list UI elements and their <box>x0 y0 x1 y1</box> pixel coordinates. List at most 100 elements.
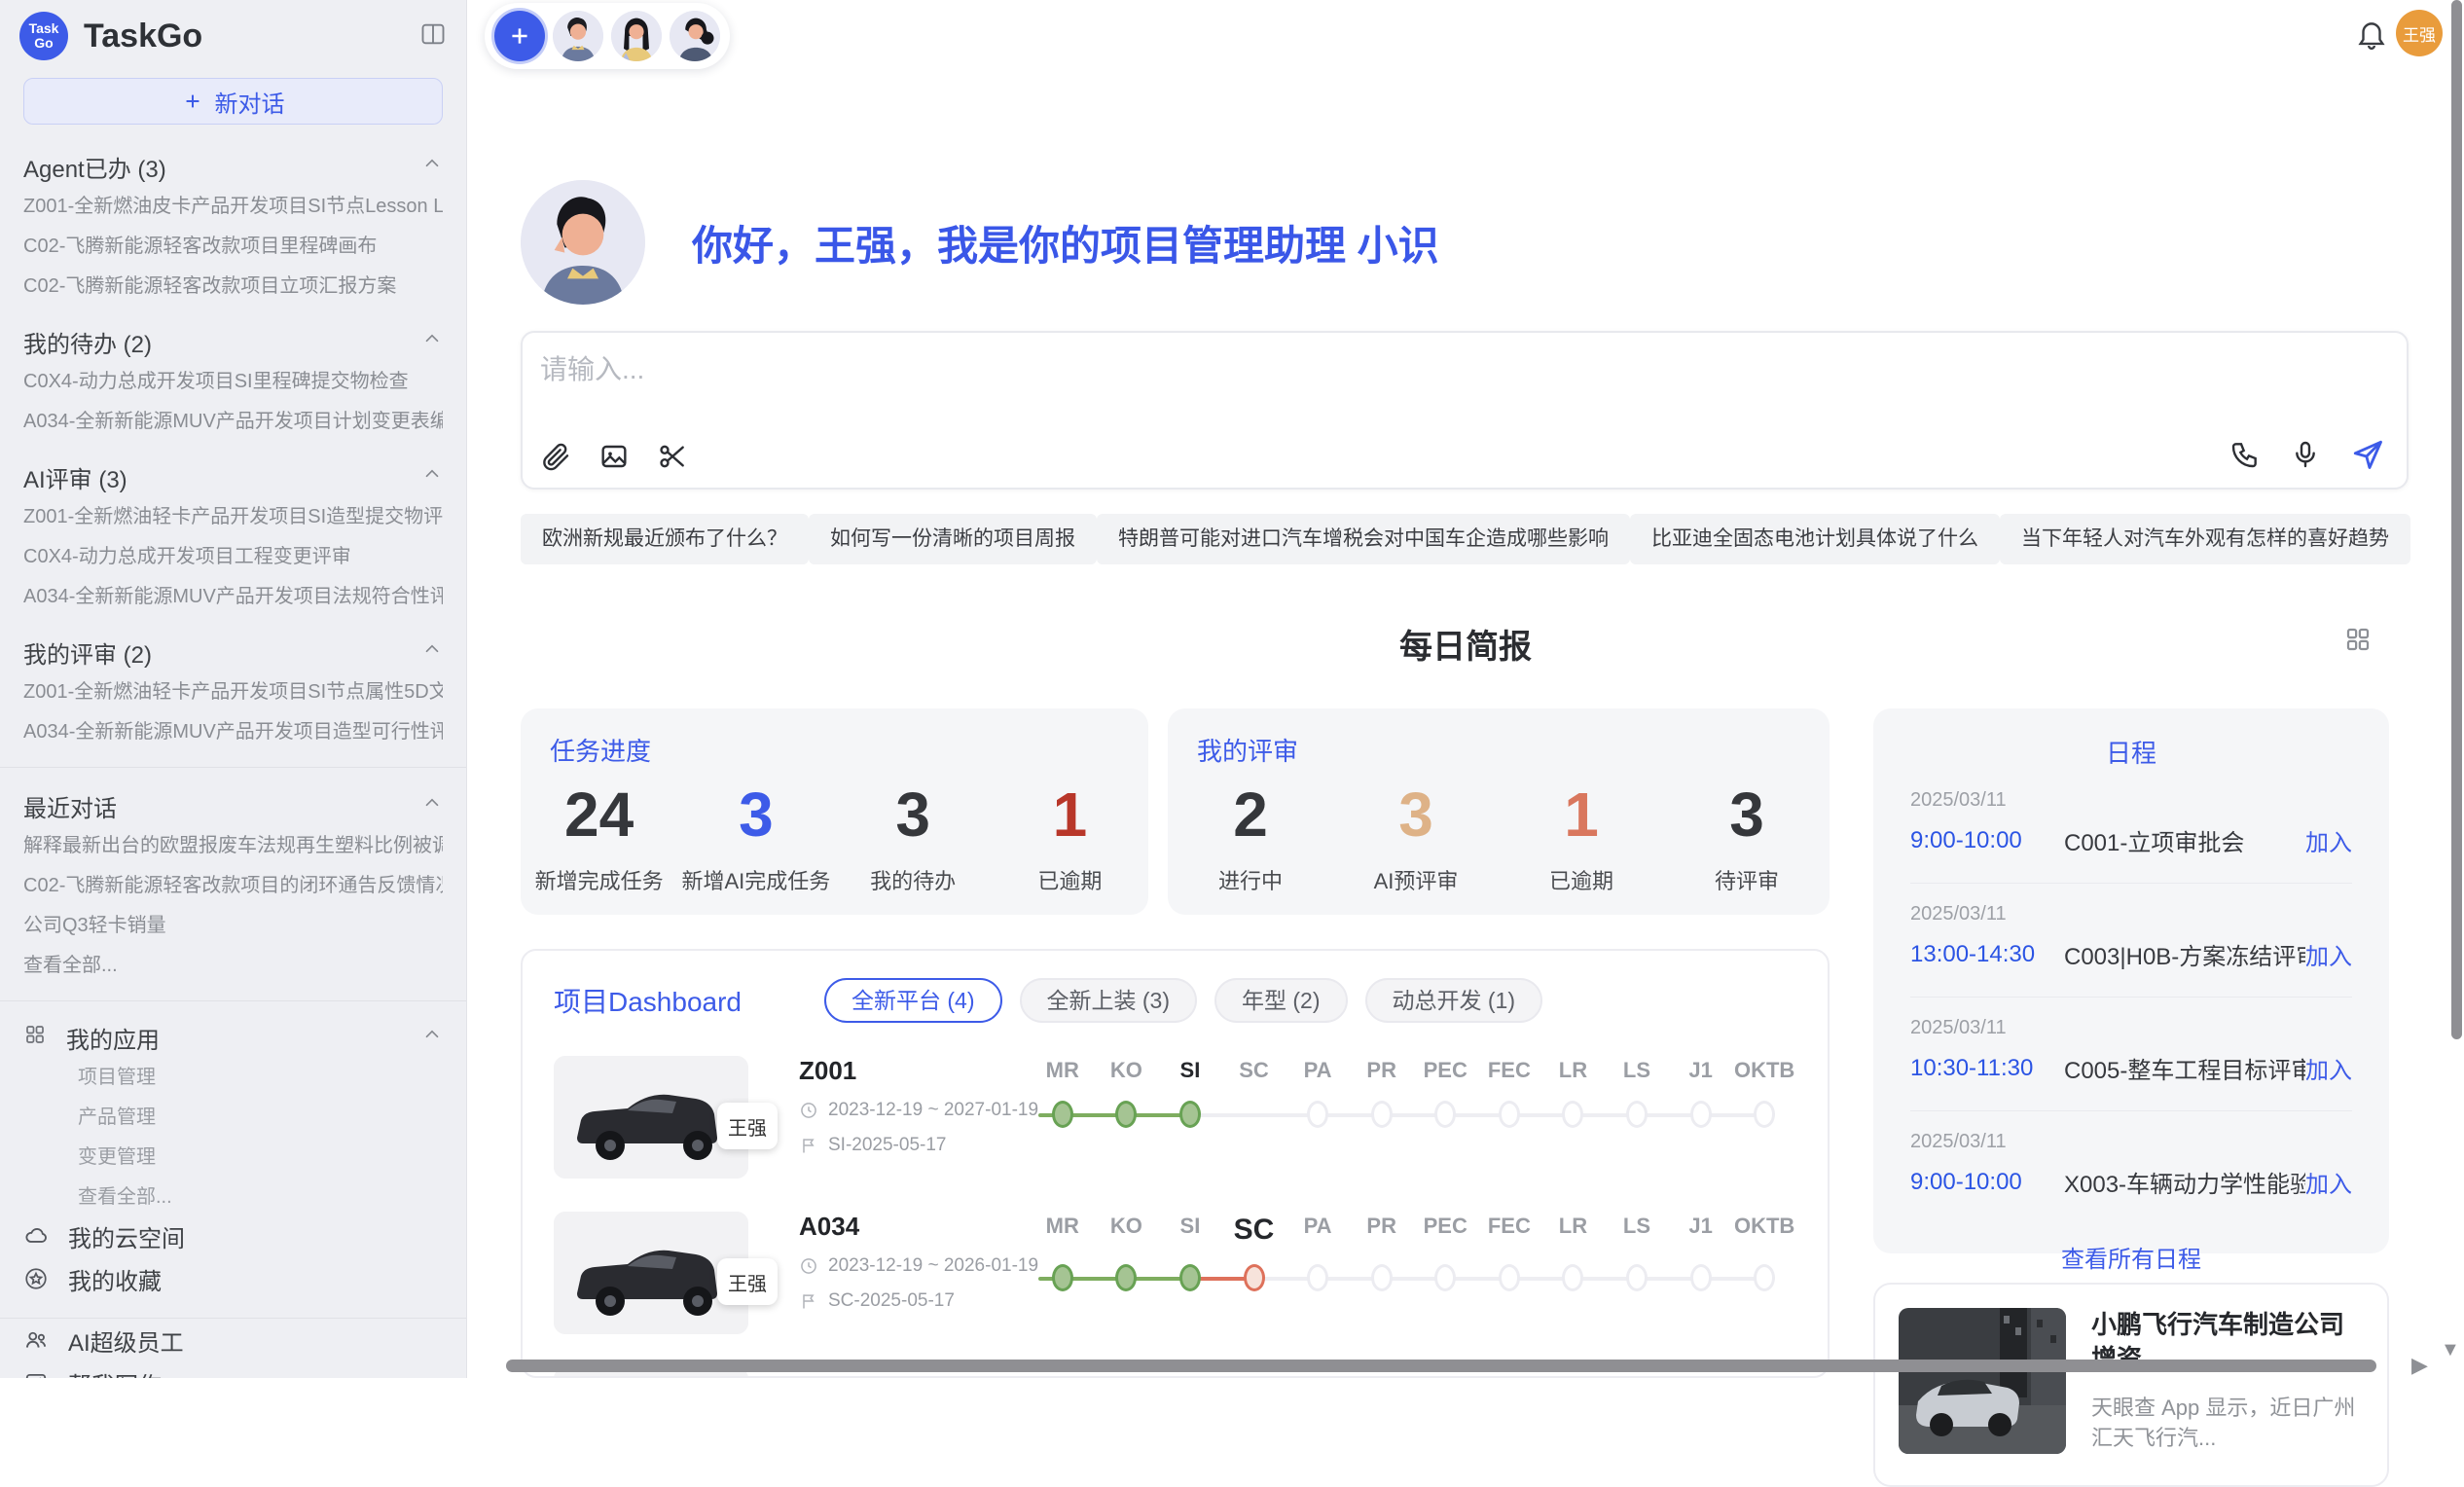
agent-avatar-3[interactable] <box>670 11 720 61</box>
sidebar-collapse-icon[interactable] <box>419 20 447 53</box>
chat-input[interactable] <box>540 348 1902 391</box>
add-agent-button[interactable] <box>494 11 545 61</box>
milestone-label: PR <box>1350 1058 1414 1083</box>
stat-label: 已逾期 <box>992 864 1148 895</box>
scroll-right-arrow-icon[interactable]: ▶ <box>2411 1353 2428 1378</box>
suggestion-chip[interactable]: 比亚迪全固态电池计划具体说了什么 <box>1630 514 2000 564</box>
layout-grid-icon[interactable] <box>2343 625 2373 659</box>
assistant-avatar <box>521 180 645 305</box>
sidebar-conversation-item[interactable]: Z001-全新燃油轻卡产品开发项目SI造型提交物评审 <box>23 494 443 534</box>
join-event-link[interactable]: 加入 <box>2305 823 2352 857</box>
milestone-dot <box>1115 1264 1137 1291</box>
project-dates: 2023-12-19 ~ 2027-01-19 <box>828 1100 1038 1121</box>
sidebar-section-header[interactable]: 最近对话 <box>23 789 443 823</box>
attachment-icon[interactable] <box>540 441 571 472</box>
stat-value: 3 <box>835 779 992 851</box>
join-event-link[interactable]: 加入 <box>2305 1165 2352 1199</box>
section-title: AI评审 (3) <box>23 460 127 494</box>
chevron-up-icon <box>421 1024 443 1045</box>
sidebar-tool-item[interactable]: AI超级员工 <box>23 1319 443 1361</box>
sidebar-app-item[interactable]: 变更管理 <box>23 1135 443 1175</box>
suggestion-chip[interactable]: 欧洲新规最近颁布了什么？ <box>521 514 809 564</box>
task-progress-card: 任务进度 24新增完成任务3新增AI完成任务3我的待办1已逾期 <box>521 708 1148 915</box>
milestone-timeline: MRKOSISCPAPRPECFECLRLSJ1OKTB <box>1031 1212 1796 1334</box>
sidebar-conversation-item[interactable]: C02-飞腾新能源轻客改款项目立项汇报方案 <box>23 264 443 304</box>
suggestion-chips: 欧洲新规最近颁布了什么？如何写一份清晰的项目周报特朗普可能对进口汽车增税会对中国… <box>521 514 2409 564</box>
sidebar-section-header[interactable]: AI评审 (3) <box>23 460 443 494</box>
sidebar-conversation-item[interactable]: C0X4-动力总成开发项目SI里程碑提交物检查 <box>23 359 443 399</box>
my-review-stats: 2进行中3AI预评审1已逾期3待评审 <box>1168 779 1830 895</box>
milestone-dot <box>1562 1264 1583 1291</box>
dashboard-tab[interactable]: 全新上装 (3) <box>1020 978 1198 1023</box>
milestone-dot <box>1052 1264 1073 1291</box>
stat-label: 进行中 <box>1168 864 1333 895</box>
scissors-icon[interactable] <box>657 441 688 472</box>
sidebar-conversation-item[interactable]: C02-飞腾新能源轻客改款项目的闭环通告反馈情况 <box>23 863 443 903</box>
section-title: 最近对话 <box>23 789 117 823</box>
sidebar-conversation-item[interactable]: A034-全新新能源MUV产品开发项目计划变更表编写 <box>23 399 443 439</box>
join-event-link[interactable]: 加入 <box>2305 1051 2352 1085</box>
apps-grid-icon <box>23 1023 47 1053</box>
sidebar-section-header[interactable]: Agent已办 (3) <box>23 150 443 184</box>
composer-actions <box>2229 437 2385 472</box>
event-name: C001-立项审批会 <box>2064 823 2305 857</box>
view-all-schedule-link[interactable]: 查看所有日程 <box>1910 1240 2352 1274</box>
sidebar-link-label: 我的云空间 <box>68 1219 185 1253</box>
milestone-label: PA <box>1286 1058 1350 1083</box>
sidebar-conversation-item[interactable]: Z001-全新燃油皮卡产品开发项目SI节点Lesson Learn报告 <box>23 184 443 224</box>
sidebar-conversation-item[interactable]: 公司Q3轻卡销量 <box>23 903 443 943</box>
sidebar-conversation-item[interactable]: C02-飞腾新能源轻客改款项目里程碑画布 <box>23 224 443 264</box>
sidebar-app-item[interactable]: 项目管理 <box>23 1055 443 1095</box>
dashboard-tab[interactable]: 年型 (2) <box>1214 978 1348 1023</box>
sidebar-conversation-item[interactable]: 解释最新出台的欧盟报废车法规再生塑料比例被调至15%... <box>23 823 443 863</box>
sidebar-conversation-item[interactable]: C0X4-动力总成开发项目工程变更评审 <box>23 534 443 574</box>
suggestion-chip[interactable]: 特朗普可能对进口汽车增税会对中国车企造成哪些影响 <box>1097 514 1630 564</box>
phone-icon[interactable] <box>2229 439 2261 470</box>
sidebar-section-header[interactable]: 我的评审 (2) <box>23 635 443 670</box>
sidebar-item-0[interactable]: 我的云空间 <box>23 1215 443 1257</box>
sidebar-conversation-item[interactable]: 查看全部... <box>23 943 443 983</box>
agent-avatar-1[interactable] <box>553 11 603 61</box>
suggestion-chip[interactable]: 当下年轻人对汽车外观有怎样的喜好趋势 <box>2000 514 2410 564</box>
sidebar-app-item[interactable]: 产品管理 <box>23 1095 443 1135</box>
stat-value: 24 <box>521 779 677 851</box>
milestone-label: OKTB <box>1732 1214 1796 1247</box>
milestone-dot <box>1754 1264 1775 1291</box>
new-chat-button[interactable]: 新对话 <box>23 78 443 125</box>
news-image <box>1899 1308 2066 1454</box>
project-row[interactable]: 王强 Z001 2023-12-19 ~ 2027-01-19 SI-2025-… <box>554 1056 1796 1179</box>
dashboard-tab[interactable]: 动总开发 (1) <box>1365 978 1543 1023</box>
sidebar-tool-label: 帮我写作 <box>68 1366 162 1379</box>
sidebar-conversation-item[interactable]: A034-全新新能源MUV产品开发项目造型可行性评审 <box>23 709 443 749</box>
send-icon[interactable] <box>2350 437 2385 472</box>
user-avatar[interactable]: 王强 <box>2396 10 2443 56</box>
sidebar-app-item[interactable]: 查看全部... <box>23 1175 443 1215</box>
milestone-label: PR <box>1350 1214 1414 1247</box>
suggestion-chip[interactable]: 如何写一份清晰的项目周报 <box>809 514 1097 564</box>
notifications-bell-icon[interactable] <box>2355 18 2388 55</box>
chevron-up-icon <box>421 792 443 814</box>
sidebar-section-header[interactable]: 我的待办 (2) <box>23 325 443 359</box>
sidebar-conversation-item[interactable]: Z001-全新燃油轻卡产品开发项目SI节点属性5D文件评审 <box>23 670 443 709</box>
sidebar-item-1[interactable]: 我的收藏 <box>23 1257 443 1300</box>
sidebar-tool-item[interactable]: 帮我写作 <box>23 1361 443 1378</box>
join-event-link[interactable]: 加入 <box>2305 937 2352 971</box>
project-row[interactable]: 王强 A034 2023-12-19 ~ 2026-01-19 SC-2025-… <box>554 1212 1796 1334</box>
microphone-icon[interactable] <box>2290 439 2321 470</box>
vertical-scrollbar[interactable] <box>2451 0 2462 1039</box>
dashboard-tab[interactable]: 全新平台 (4) <box>824 978 1002 1023</box>
clock-icon <box>799 1101 818 1120</box>
sidebar-conversation-item[interactable]: A034-全新新能源MUV产品开发项目法规符合性评审 <box>23 574 443 614</box>
image-icon[interactable] <box>598 441 630 472</box>
milestone-label: PA <box>1286 1214 1350 1247</box>
schedule-event: 2025/03/11 9:00-10:00 C001-立项审批会 加入 <box>1910 770 2352 883</box>
agent-avatar-2[interactable] <box>611 11 662 61</box>
sidebar-item-my-apps[interactable]: 我的应用 <box>23 1021 443 1055</box>
milestone-label: LR <box>1541 1214 1606 1247</box>
scroll-down-arrow-icon[interactable]: ▼ <box>2441 1339 2460 1361</box>
horizontal-scrollbar[interactable] <box>506 1360 2376 1372</box>
chevron-up-icon <box>421 153 443 174</box>
news-card[interactable]: 小鹏飞行汽车制造公司增资 天眼查 App 显示，近日广州汇天飞行汽... <box>1873 1283 2389 1487</box>
project-next-milestone: SC-2025-05-17 <box>828 1290 955 1312</box>
milestone-dot <box>1562 1101 1583 1128</box>
